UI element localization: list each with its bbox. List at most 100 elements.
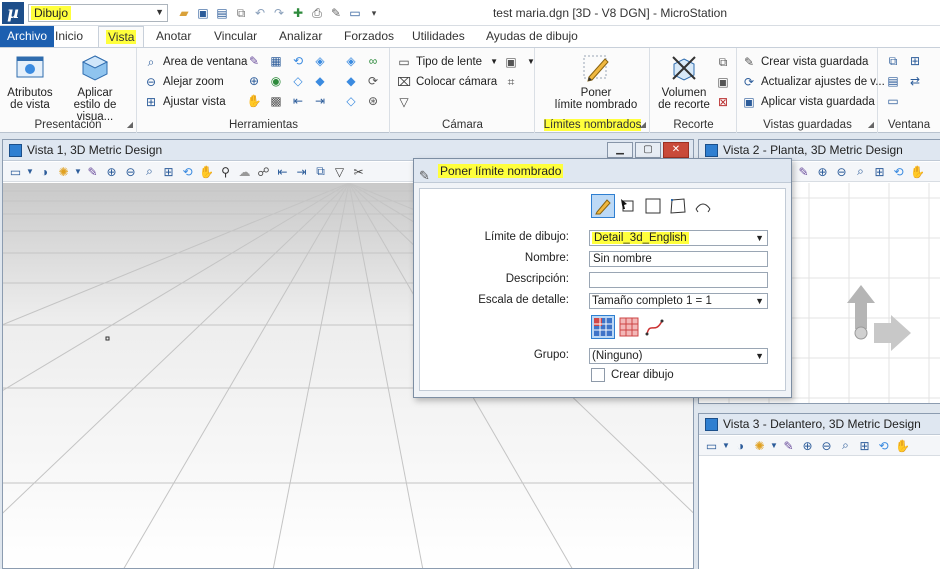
tab-archivo[interactable]: Archivo <box>0 26 55 47</box>
cube-top-icon[interactable]: ◈ <box>343 53 359 69</box>
dialog-launcher-icon[interactable]: ◢ <box>640 120 646 129</box>
chevron-down-icon[interactable]: ▼ <box>26 164 34 180</box>
tab-anotar[interactable]: Anotar <box>149 26 198 47</box>
tab-forzados[interactable]: Forzados <box>337 26 401 47</box>
maximize-button[interactable]: ▢ <box>635 142 661 158</box>
tile-icon[interactable]: ⊞ <box>907 53 923 69</box>
wrench-icon[interactable]: ✎ <box>328 5 344 21</box>
area-de-ventana-button[interactable]: ⌕ Area de ventana <box>143 53 248 71</box>
close-button[interactable]: ✕ <box>663 142 689 158</box>
rotate-icon[interactable]: ⟲ <box>890 164 907 180</box>
previous-view-icon[interactable]: ⇤ <box>290 93 306 109</box>
brush-icon[interactable]: ✎ <box>84 164 101 180</box>
dialog-title-bar[interactable]: ✎ Poner límite nombrado <box>414 159 791 183</box>
brush-icon[interactable]: ✎ <box>780 438 797 454</box>
camera-settings-button[interactable]: ▣ ▼ <box>503 53 539 71</box>
zoom-out-icon[interactable]: ⊖ <box>122 164 139 180</box>
pencil-icon[interactable] <box>591 194 615 218</box>
tipo-de-lente-button[interactable]: ▭ Tipo de lente ▼ <box>396 53 502 71</box>
pan-icon[interactable]: ✋ <box>198 164 215 180</box>
display-icon[interactable]: ▦ <box>268 53 284 69</box>
grid-red-icon[interactable] <box>617 315 641 339</box>
zoom-in-icon[interactable]: ⊕ <box>799 438 816 454</box>
view-attributes-icon[interactable]: ▭ <box>7 164 24 180</box>
atributos-de-vista-button[interactable]: Atributos de vista <box>4 52 56 111</box>
tab-inicio[interactable]: Inicio <box>48 26 90 47</box>
display-style-icon[interactable]: ◑ <box>36 164 53 180</box>
tab-vista[interactable]: Vista <box>98 26 145 48</box>
view-toggle-icon[interactable]: ◉ <box>268 73 284 89</box>
camera-icon[interactable]: ▽ <box>331 164 348 180</box>
next-view-icon[interactable]: ⇥ <box>293 164 310 180</box>
display-style-icon[interactable]: ◑ <box>732 438 749 454</box>
cube-bottom-icon[interactable]: ◇ <box>343 93 359 109</box>
rotate-icon[interactable]: ⟲ <box>290 53 306 69</box>
curve-icon[interactable] <box>643 315 667 339</box>
camera-target-button[interactable]: ⌗ <box>503 73 519 91</box>
pan-icon[interactable]: ✋ <box>909 164 926 180</box>
workflow-selector[interactable]: Dibujo ▼ <box>28 4 168 22</box>
zoom-window-icon[interactable]: ⌕ <box>141 164 158 180</box>
from-view-icon[interactable] <box>616 194 640 218</box>
print-icon[interactable]: ⎙ <box>309 5 325 21</box>
limite-de-dibujo-select[interactable]: Detail_3d_English ▼ <box>589 230 768 246</box>
crear-vista-guardada-button[interactable]: ✎ Crear vista guardada <box>741 53 868 71</box>
view-3-canvas[interactable] <box>699 457 940 569</box>
swap-icon[interactable]: ⇄ <box>907 73 923 89</box>
arrange-icon[interactable]: ▤ <box>885 73 901 89</box>
crear-dibujo-checkbox[interactable]: Crear dibujo <box>591 368 674 382</box>
tab-vincular[interactable]: Vincular <box>207 26 264 47</box>
arc-boundary-icon[interactable] <box>691 194 715 218</box>
microstation-logo-icon[interactable]: µ <box>2 2 24 24</box>
cube-iso-icon[interactable]: ◆ <box>343 73 359 89</box>
customize-qat-icon[interactable]: ▾ <box>366 5 382 21</box>
next-view-icon[interactable]: ⇥ <box>312 93 328 109</box>
redo-icon[interactable]: ↷ <box>271 5 287 21</box>
single-view-icon[interactable]: ▭ <box>885 93 901 109</box>
rectangle-icon[interactable] <box>641 194 665 218</box>
view-3-window[interactable]: Vista 3 - Delantero, 3D Metric Design ▭ … <box>698 413 940 569</box>
volumen-de-recorte-button[interactable]: Volumen de recorte <box>653 52 715 111</box>
colocar-camara-button[interactable]: ⌧ Colocar cámara <box>396 73 497 91</box>
copy-view-icon[interactable]: ⧉ <box>312 164 329 180</box>
cascade-icon[interactable]: ⧉ <box>885 53 901 69</box>
minimize-button[interactable]: ▁ <box>607 142 633 158</box>
brush-icon[interactable]: ✎ <box>246 53 262 69</box>
render-icon[interactable]: ▩ <box>268 93 284 109</box>
aplicar-vista-guardada-button[interactable]: ▣ Aplicar vista guardada <box>741 93 874 111</box>
dialog-launcher-icon[interactable]: ◢ <box>127 120 133 129</box>
zoom-in-icon[interactable]: ⊕ <box>814 164 831 180</box>
chevron-down-icon[interactable]: ▼ <box>770 438 778 454</box>
look-icon[interactable]: ☍ <box>255 164 272 180</box>
light-icon[interactable]: ✺ <box>55 164 72 180</box>
camera-link-icon[interactable]: ⊛ <box>365 93 381 109</box>
fit-view-icon[interactable]: ⊞ <box>160 164 177 180</box>
descripcion-input[interactable] <box>589 272 768 288</box>
cube-side-icon[interactable]: ◆ <box>312 73 328 89</box>
save-icon[interactable]: ▣ <box>195 5 211 21</box>
rotated-rectangle-icon[interactable] <box>666 194 690 218</box>
escala-de-detalle-select[interactable]: Tamaño completo 1 = 1 ▼ <box>589 293 768 309</box>
clip-clear-button[interactable]: ⊠ <box>715 93 731 111</box>
keyin-icon[interactable]: ▭ <box>347 5 363 21</box>
compress-icon[interactable]: ⧉ <box>233 5 249 21</box>
zoom-window-icon[interactable]: ⌕ <box>852 164 869 180</box>
zoom-in-icon[interactable]: ⊕ <box>246 73 262 89</box>
pin-icon[interactable]: ✚ <box>290 5 306 21</box>
light-icon[interactable]: ✺ <box>751 438 768 454</box>
pan-icon[interactable]: ✋ <box>246 93 262 109</box>
clip-volume-icon[interactable]: ✂ <box>350 164 367 180</box>
cube-icon[interactable]: ◈ <box>312 53 328 69</box>
fit-view-icon[interactable]: ⊞ <box>856 438 873 454</box>
zoom-in-icon[interactable]: ⊕ <box>103 164 120 180</box>
actualizar-ajustes-button[interactable]: ⟳ Actualizar ajustes de v... <box>741 73 885 91</box>
save-settings-icon[interactable]: ▤ <box>214 5 230 21</box>
chevron-down-icon[interactable]: ▼ <box>74 164 82 180</box>
walk-icon[interactable]: ⚲ <box>217 164 234 180</box>
previous-view-icon[interactable]: ⇤ <box>274 164 291 180</box>
open-folder-icon[interactable]: ▰ <box>176 5 192 21</box>
aplicar-estilo-button[interactable]: Aplicar estilo de visua... <box>56 52 134 123</box>
camera-frustum-button[interactable]: ▽ <box>396 93 412 111</box>
brush-icon[interactable]: ✎ <box>795 164 812 180</box>
grid-blue-icon[interactable] <box>591 315 615 339</box>
